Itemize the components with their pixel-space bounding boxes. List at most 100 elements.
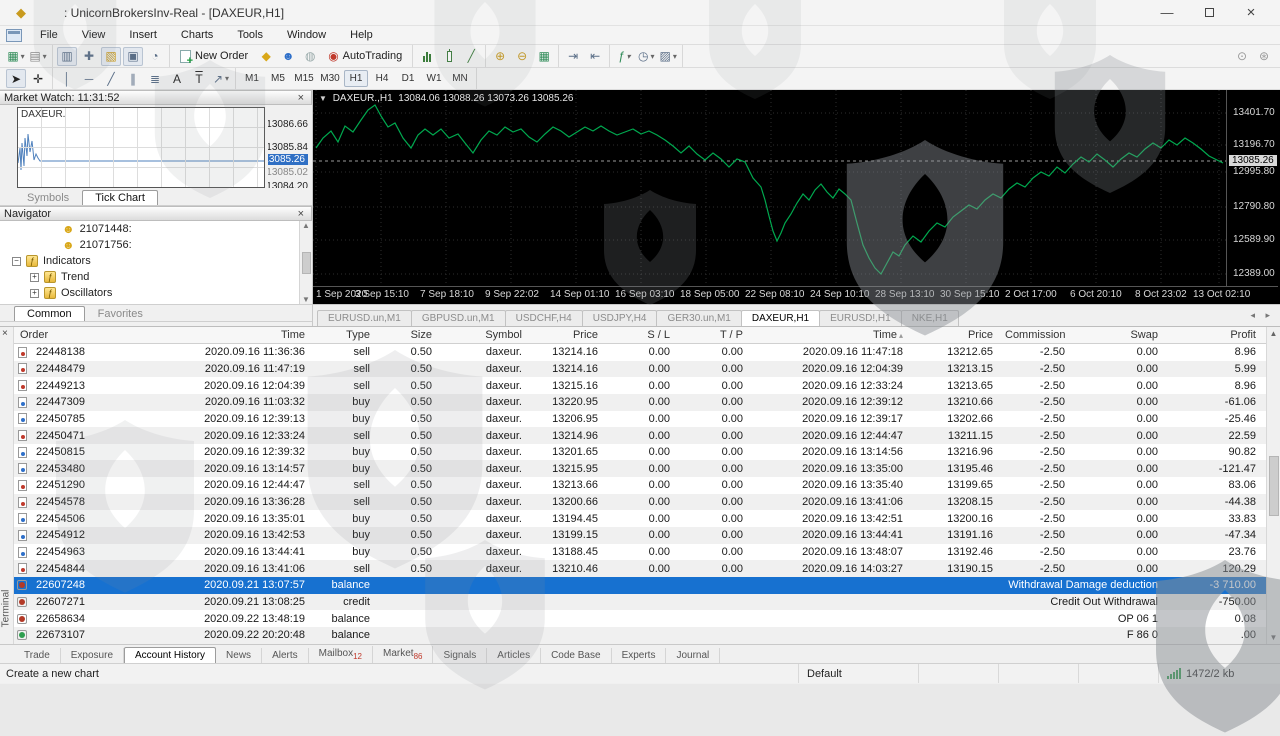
templates-button[interactable]: ▨▾ xyxy=(658,47,678,66)
timeframe-h4[interactable]: H4 xyxy=(370,70,394,87)
chart-tab-scroll-arrows[interactable]: ◂ ▸ xyxy=(1250,310,1274,321)
tile-windows-button[interactable]: ▦ xyxy=(534,47,554,66)
history-row-22448138[interactable]: 224481382020.09.16 11:36:36sell0.50daxeu… xyxy=(14,344,1266,361)
terminal-tab-mailbox[interactable]: Mailbox12 xyxy=(309,646,373,663)
tree-item-oscillators[interactable]: + ƒ Oscillators xyxy=(0,285,312,301)
menu-charts[interactable]: Charts xyxy=(169,27,225,43)
chart-tab-daxeur-h1[interactable]: DAXEUR,H1 xyxy=(741,310,820,326)
terminal-tab-signals[interactable]: Signals xyxy=(433,648,487,663)
vertical-line-tool[interactable]: │ xyxy=(57,69,77,88)
arrows-tool[interactable]: ↗▾ xyxy=(211,69,231,88)
history-row-22450785[interactable]: 224507852020.09.16 12:39:13buy0.50daxeur… xyxy=(14,411,1266,428)
terminal-tab-experts[interactable]: Experts xyxy=(612,648,667,663)
trendline-tool[interactable]: ╱ xyxy=(101,69,121,88)
tab-symbols[interactable]: Symbols xyxy=(14,190,82,205)
search-icon[interactable]: ⊙ xyxy=(1232,47,1252,66)
history-row-22447309[interactable]: 224473092020.09.16 11:03:32buy0.50daxeur… xyxy=(14,394,1266,411)
history-row-22658634[interactable]: 226586342020.09.22 13:48:19balanceOP 06 … xyxy=(14,610,1266,627)
minimize-button[interactable]: — xyxy=(1150,3,1184,23)
candlestick-button[interactable] xyxy=(439,47,459,66)
tree-item-trend[interactable]: + ƒ Trend xyxy=(0,269,312,285)
column-header-price[interactable]: Price xyxy=(909,329,999,341)
collapse-icon[interactable]: − xyxy=(12,257,21,266)
terminal-close-icon[interactable]: × xyxy=(2,328,8,339)
terminal-tab-code-base[interactable]: Code Base xyxy=(541,648,611,663)
scroll-down-icon[interactable]: ▼ xyxy=(1270,633,1278,642)
market-watch-toggle[interactable]: ▥ xyxy=(57,47,77,66)
data-window-toggle[interactable]: ✚ xyxy=(79,47,99,66)
history-row-22453480[interactable]: 224534802020.09.16 13:14:57buy0.50daxeur… xyxy=(14,460,1266,477)
chart-tab-usdchf-h4[interactable]: USDCHF,H4 xyxy=(505,310,583,326)
menu-insert[interactable]: Insert xyxy=(117,27,169,43)
expand-icon[interactable]: + xyxy=(30,273,39,282)
fibonacci-tool[interactable]: ≣ xyxy=(145,69,165,88)
auto-scroll-button[interactable]: ⇥ xyxy=(563,47,583,66)
history-row-22454506[interactable]: 224545062020.09.16 13:35:01buy0.50daxeur… xyxy=(14,510,1266,527)
timeframe-m5[interactable]: M5 xyxy=(266,70,290,87)
scroll-up-icon[interactable]: ▲ xyxy=(1270,329,1278,338)
chart-tab-gbpusd-un-m1[interactable]: GBPUSD.un,M1 xyxy=(411,310,506,326)
new-chart-button[interactable]: ▦▾ xyxy=(6,47,26,66)
navigator-scrollbar[interactable]: ▲ ▼ xyxy=(299,221,312,304)
scroll-thumb[interactable] xyxy=(1269,456,1279,516)
menu-window[interactable]: Window xyxy=(275,27,338,43)
line-chart-button[interactable]: ╱ xyxy=(461,47,481,66)
community-icon[interactable]: ◍ xyxy=(300,47,320,66)
terminal-tab-market[interactable]: Market86 xyxy=(373,646,433,663)
expert-advisor-icon[interactable]: ☻ xyxy=(278,47,298,66)
column-header-commission[interactable]: Commission xyxy=(999,329,1071,341)
terminal-tab-news[interactable]: News xyxy=(216,648,262,663)
chart-shift-button[interactable]: ⇤ xyxy=(585,47,605,66)
column-header-type[interactable]: Type xyxy=(311,329,376,341)
scroll-up-icon[interactable]: ▲ xyxy=(302,221,310,230)
column-header-price[interactable]: Price xyxy=(528,329,604,341)
chart-tab-eurusd-un-m1[interactable]: EURUSD.un,M1 xyxy=(317,310,412,326)
column-header-time[interactable]: Time▴ xyxy=(749,329,909,341)
terminal-tab-account-history[interactable]: Account History xyxy=(124,647,216,663)
tree-item-indicators[interactable]: − ƒ Indicators xyxy=(0,253,312,269)
tab-favorites[interactable]: Favorites xyxy=(85,306,156,321)
history-row-22607248[interactable]: 226072482020.09.21 13:07:57balanceWithdr… xyxy=(14,577,1266,594)
history-row-22450815[interactable]: 224508152020.09.16 12:39:32buy0.50daxeur… xyxy=(14,444,1266,461)
menu-file[interactable]: File xyxy=(28,27,70,43)
chart-tab-nke-h1[interactable]: NKE,H1 xyxy=(901,310,959,326)
history-row-22454578[interactable]: 224545782020.09.16 13:36:28sell0.50daxeu… xyxy=(14,494,1266,511)
scroll-down-icon[interactable]: ▼ xyxy=(302,295,310,304)
tab-tick-chart[interactable]: Tick Chart xyxy=(82,190,158,205)
column-header-size[interactable]: Size xyxy=(376,329,438,341)
scroll-thumb[interactable] xyxy=(302,252,311,274)
zoom-out-button[interactable]: ⊖ xyxy=(512,47,532,66)
terminal-tab-articles[interactable]: Articles xyxy=(487,648,541,663)
menu-help[interactable]: Help xyxy=(338,27,385,43)
chevron-down-icon[interactable]: ▼ xyxy=(319,94,327,103)
close-button[interactable]: × xyxy=(1234,3,1268,23)
tree-item-account[interactable]: ☻ 21071756: xyxy=(0,237,312,253)
status-profile[interactable]: Default xyxy=(798,664,918,683)
history-row-22454844[interactable]: 224548442020.09.16 13:41:06sell0.50daxeu… xyxy=(14,560,1266,577)
expand-icon[interactable]: + xyxy=(30,289,39,298)
chart-tab-eurusd-h1[interactable]: EURUSD!,H1 xyxy=(819,310,902,326)
column-header-profit[interactable]: Profit xyxy=(1164,329,1262,341)
horizontal-line-tool[interactable]: ─ xyxy=(79,69,99,88)
history-row-22673107[interactable]: 226731072020.09.22 20:20:48balanceF 86 0… xyxy=(14,627,1266,644)
navigator-close-icon[interactable]: × xyxy=(295,208,307,220)
metaeditor-button[interactable]: ◆ xyxy=(256,47,276,66)
tree-item-account[interactable]: ☻ 21071448: xyxy=(0,221,312,237)
history-row-22607271[interactable]: 226072712020.09.21 13:08:25creditCredit … xyxy=(14,594,1266,611)
history-row-22449213[interactable]: 224492132020.09.16 12:04:39sell0.50daxeu… xyxy=(14,377,1266,394)
column-header-time[interactable]: Time xyxy=(100,329,311,341)
price-chart[interactable]: ▼ DAXEUR.,H1 13084.06 13088.26 13073.26 … xyxy=(313,90,1280,304)
navigator-toggle[interactable]: ▧ xyxy=(101,47,121,66)
indicators-button[interactable]: ƒ▾ xyxy=(614,47,634,66)
periods-button[interactable]: ◷▾ xyxy=(636,47,656,66)
tick-chart[interactable]: DAXEUR. xyxy=(17,107,265,188)
column-header-symbol[interactable]: Symbol xyxy=(438,329,528,341)
history-row-22454912[interactable]: 224549122020.09.16 13:42:53buy0.50daxeur… xyxy=(14,527,1266,544)
timeframe-m15[interactable]: M15 xyxy=(292,70,316,87)
terminal-scrollbar[interactable]: ▲ ▼ xyxy=(1266,327,1280,644)
new-order-button[interactable]: New Order xyxy=(173,47,255,66)
zoom-in-button[interactable]: ⊕ xyxy=(490,47,510,66)
profiles-button[interactable]: ▤▾ xyxy=(28,47,48,66)
column-header-order[interactable]: Order xyxy=(14,329,100,341)
timeframe-m30[interactable]: M30 xyxy=(318,70,342,87)
